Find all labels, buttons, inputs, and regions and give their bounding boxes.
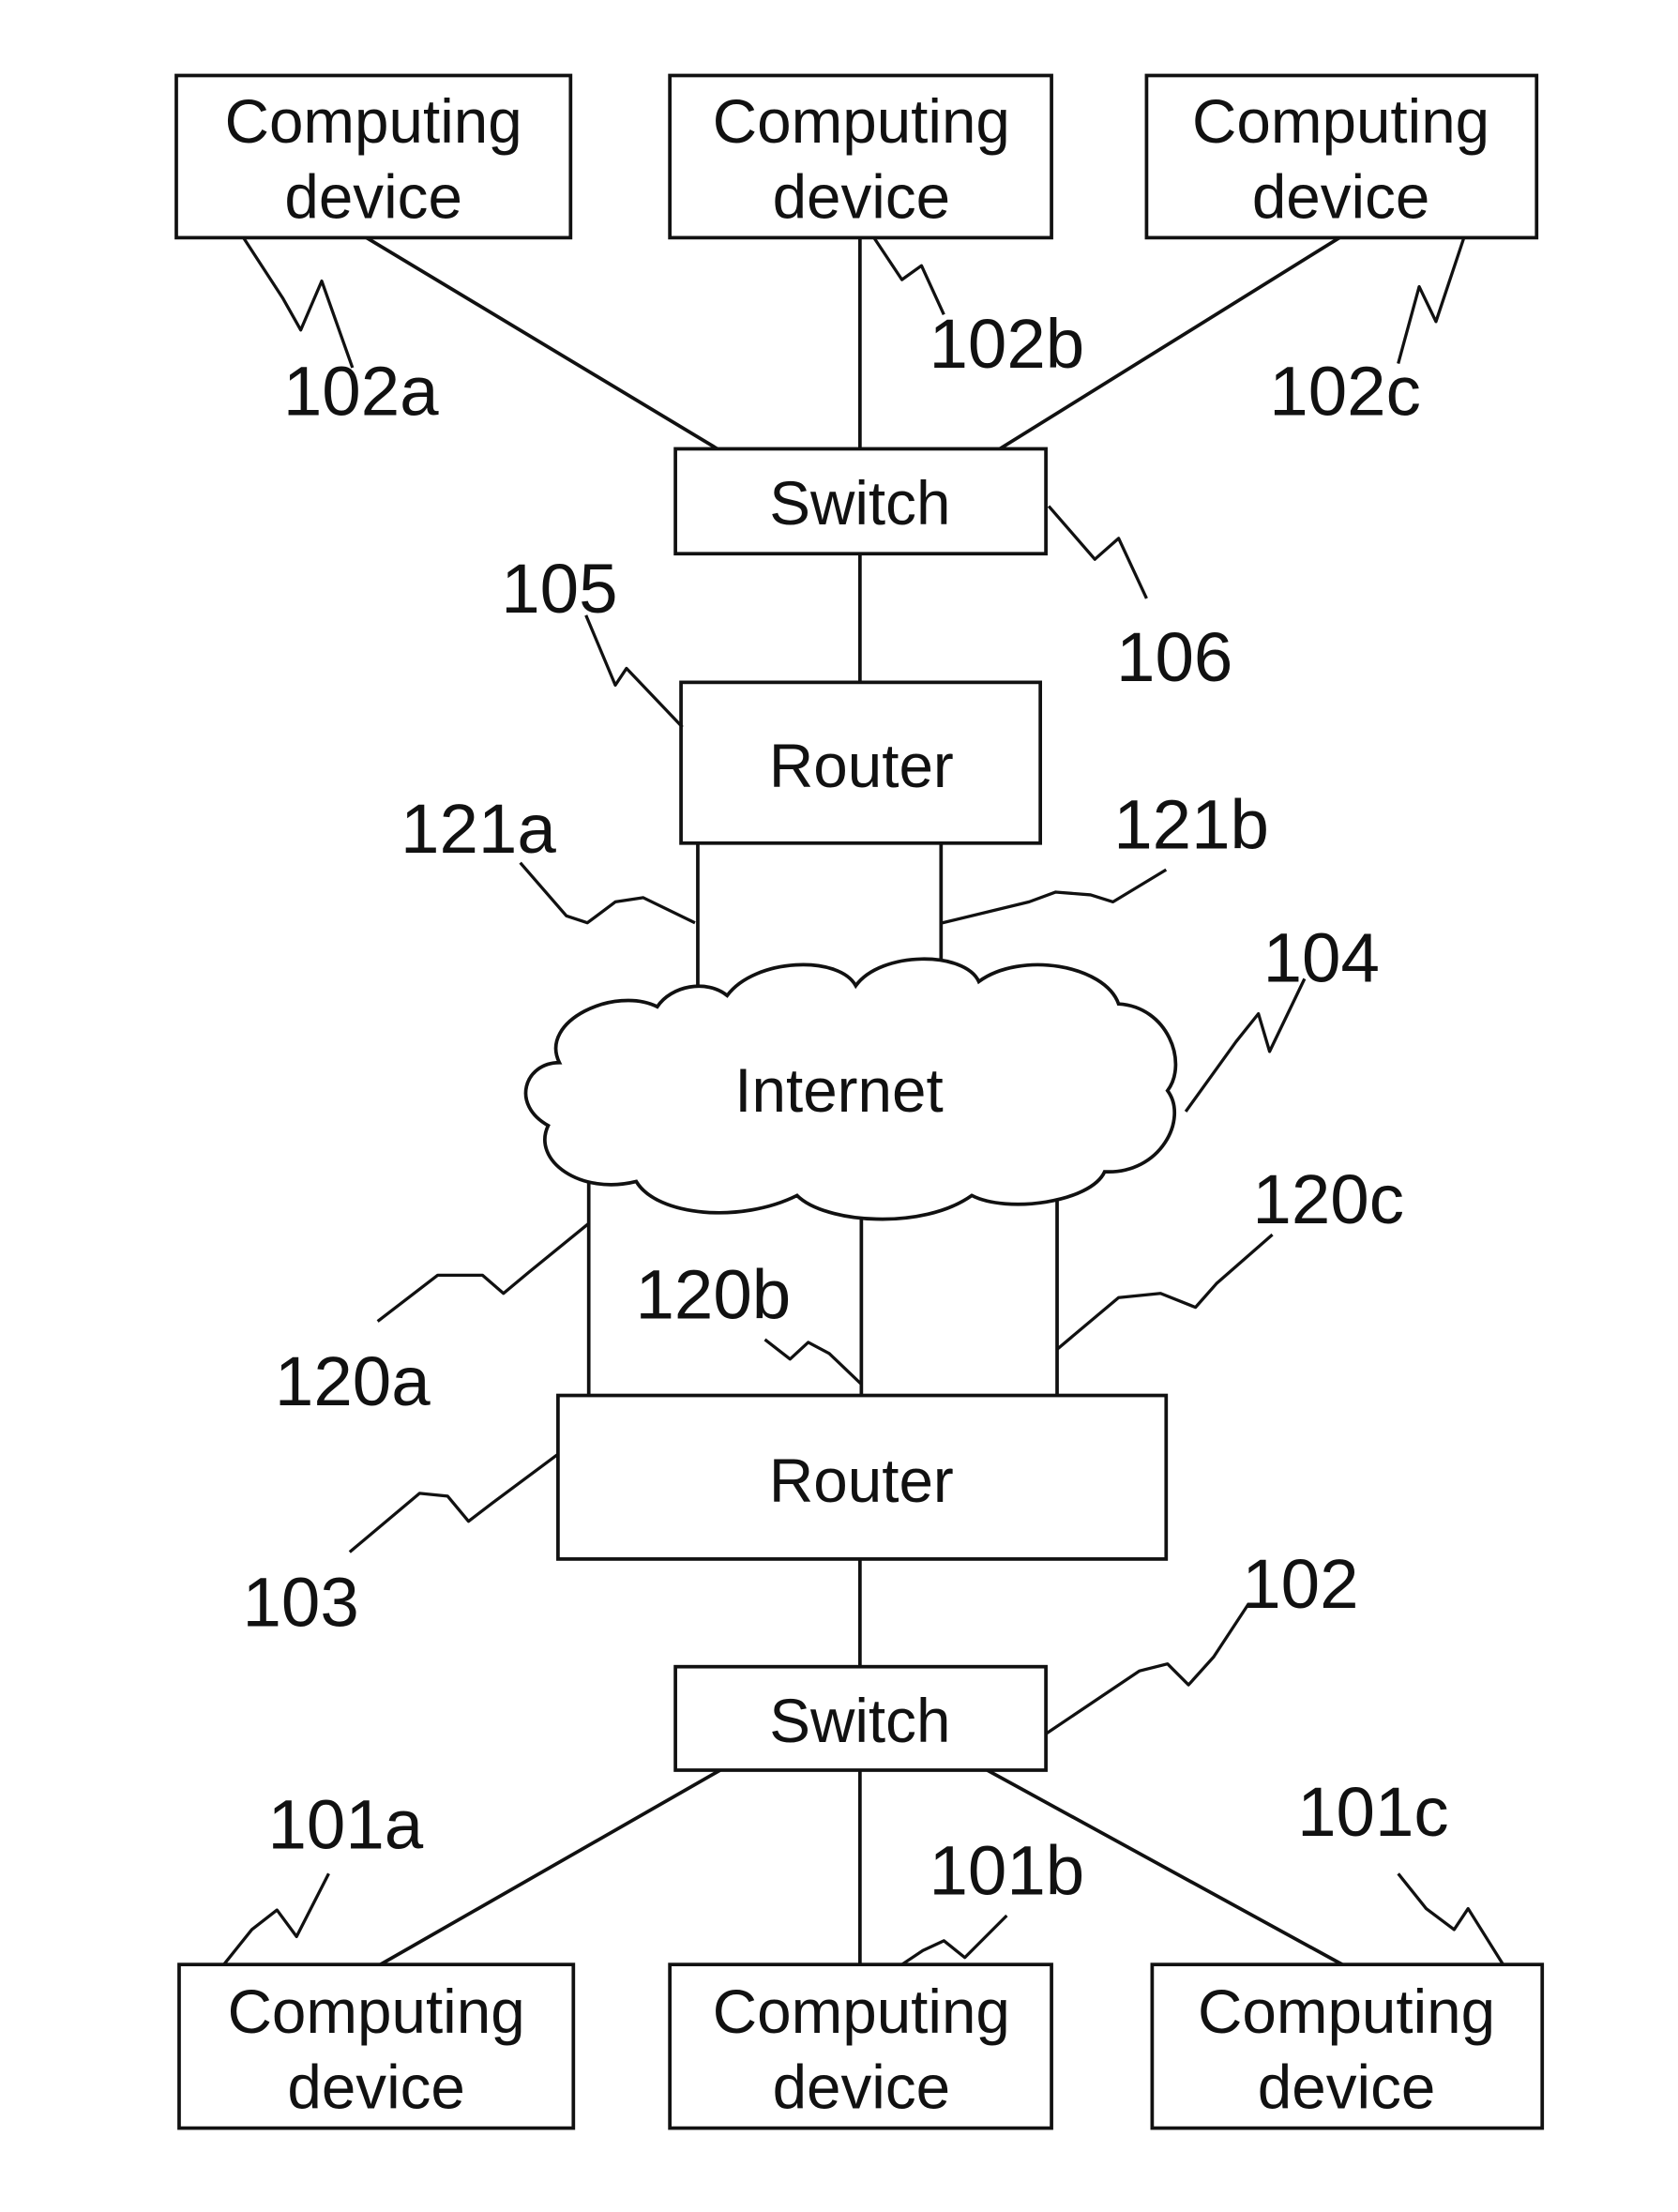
ref-102a: 102a [283,353,439,431]
device-label-line2: device [1258,2053,1436,2122]
router-105: Router [679,680,1042,845]
leader-104 [1184,977,1307,1113]
ref-102b: 102b [929,305,1084,383]
ref-105: 105 [501,550,617,628]
leader-120b [763,1338,863,1386]
leader-120c [1055,1233,1274,1351]
internet-cloud-104: Internet [523,957,1178,1221]
computing-device-101b: Computing device [668,1962,1053,2130]
device-label-line1: Computing [228,1977,525,2046]
leader-105 [584,614,684,729]
ref-120b: 120b [635,1256,791,1334]
device-label-line1: Computing [713,1977,1010,2046]
leader-102c [1397,236,1466,364]
computing-device-101a: Computing device [177,1962,576,2130]
ref-102c: 102c [1269,353,1421,431]
wire-switch-to-device-101a [379,1768,721,1966]
ref-120c: 120c [1252,1160,1404,1238]
leader-102b [872,236,945,316]
device-label-line2: device [773,163,951,232]
computing-device-102b: Computing device [668,73,1053,240]
leader-101b [900,1914,1008,1966]
device-label-line2: device [287,2053,465,2122]
device-label-line2: device [773,2053,951,2122]
ref-101b: 101b [929,1832,1084,1910]
ref-120a: 120a [275,1342,431,1420]
computing-device-102c: Computing device [1144,73,1539,240]
device-label-line2: device [1252,163,1430,232]
router-103: Router [556,1393,1169,1561]
leader-121a [519,861,696,925]
switch-106: Switch [673,447,1048,556]
ref-101c: 101c [1297,1773,1449,1851]
computing-device-102a: Computing device [174,73,573,240]
leader-101c [1397,1872,1504,1966]
ref-104: 104 [1263,918,1380,996]
leader-103 [348,1452,559,1553]
leader-106 [1047,505,1148,599]
device-label-line1: Computing [713,87,1010,156]
ref-106: 106 [1116,618,1232,696]
device-label-line1: Computing [1198,1977,1495,2046]
router-label: Router [769,1447,954,1515]
leader-102a [242,236,355,369]
switch-label: Switch [769,1687,950,1755]
leader-121b [942,868,1168,925]
ref-102: 102 [1242,1545,1358,1623]
internet-label: Internet [734,1056,943,1125]
device-label-line2: device [284,163,462,232]
device-label-line1: Computing [1192,87,1489,156]
ref-121b: 121b [1113,786,1269,864]
device-label-line1: Computing [225,87,522,156]
switch-102: Switch [673,1664,1048,1772]
leader-102 [1045,1602,1250,1735]
network-diagram: Computing device Computing device Comput… [174,73,1545,2130]
ref-103: 103 [242,1563,358,1641]
leader-120a [376,1221,590,1323]
ref-121a: 121a [401,790,556,868]
router-label: Router [769,732,954,800]
ref-101a: 101a [267,1785,423,1863]
switch-label: Switch [769,469,950,538]
leader-101a [222,1872,330,1966]
computing-device-101c: Computing device [1150,1962,1545,2130]
